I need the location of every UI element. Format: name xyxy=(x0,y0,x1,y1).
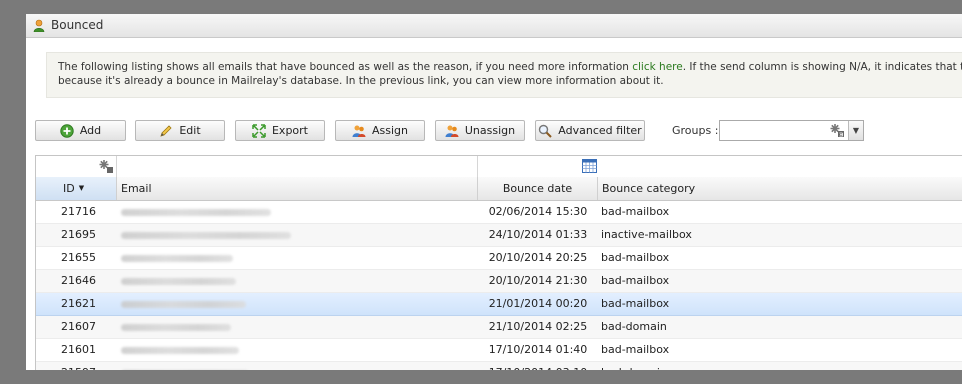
row-email xyxy=(117,247,478,269)
chevron-down-icon[interactable]: ▼ xyxy=(848,121,863,140)
date-filter-cell xyxy=(478,156,962,177)
redacted-email xyxy=(121,324,231,331)
calendar-icon[interactable] xyxy=(582,159,597,173)
unassign-button[interactable]: Unassign xyxy=(435,120,525,141)
row-bounce-date: 02/06/2014 15:30 xyxy=(488,205,588,218)
add-icon xyxy=(60,123,74,138)
row-bounce-category: bad-mailbox xyxy=(601,205,670,218)
row-bounce-date: 24/10/2014 01:33 xyxy=(488,228,588,241)
row-email xyxy=(117,339,478,361)
row-bounce-date: 20/10/2014 21:30 xyxy=(488,274,588,287)
row-id: 21695 xyxy=(61,228,96,241)
groups-select[interactable]: ▼ xyxy=(719,120,864,141)
row-bounce-category: bad-domain xyxy=(598,362,962,370)
add-label: Add xyxy=(79,124,102,137)
redacted-email xyxy=(121,209,271,216)
bounced-grid: ID ▼ Email Bounce date Bounce category 21… xyxy=(35,155,962,370)
row-bounce-category: bad-mailbox xyxy=(601,251,670,264)
row-id: 21597 xyxy=(36,362,117,370)
table-row[interactable]: 21716 02/06/2014 15:30 bad-mailbox xyxy=(36,201,962,224)
redacted-email xyxy=(121,232,291,239)
clear-filter-icon[interactable] xyxy=(829,123,845,138)
row-bounce-category: bad-mailbox xyxy=(601,297,670,310)
grid-body: 21716 02/06/2014 15:30 bad-mailbox 21695… xyxy=(36,201,962,370)
row-bounce-date: 21/01/2014 00:20 xyxy=(488,297,588,310)
row-email xyxy=(117,201,478,223)
info-line-1: The following listing shows all emails t… xyxy=(58,60,962,74)
export-icon xyxy=(252,123,266,138)
row-bounce-category: bad-mailbox xyxy=(601,274,670,287)
clear-filter-icon[interactable] xyxy=(98,159,114,174)
export-button[interactable]: Export xyxy=(235,120,325,141)
edit-label: Edit xyxy=(179,124,201,137)
row-email xyxy=(117,362,478,370)
email-filter-cell[interactable] xyxy=(117,156,478,177)
unassign-label: Unassign xyxy=(464,124,516,137)
table-row[interactable]: 21655 20/10/2014 20:25 bad-mailbox xyxy=(36,247,962,270)
row-email xyxy=(117,270,478,292)
row-bounce-date: 17/10/2014 01:40 xyxy=(488,343,588,356)
row-email xyxy=(117,316,478,338)
redacted-email xyxy=(121,278,236,285)
table-row[interactable]: 21646 20/10/2014 21:30 bad-mailbox xyxy=(36,270,962,293)
table-row[interactable]: 21695 24/10/2014 01:33 inactive-mailbox xyxy=(36,224,962,247)
redacted-email xyxy=(121,301,246,308)
column-header-bounce-category[interactable]: Bounce category xyxy=(598,177,962,200)
row-id: 21716 xyxy=(61,205,96,218)
sort-desc-icon: ▼ xyxy=(78,184,85,192)
row-email xyxy=(117,224,478,246)
column-header-label: Email xyxy=(121,182,152,195)
row-id: 21607 xyxy=(61,320,96,333)
id-filter-cell xyxy=(36,156,117,177)
row-id: 21646 xyxy=(61,274,96,287)
info-text-before-link: The following listing shows all emails t… xyxy=(58,61,633,73)
user-icon xyxy=(33,19,45,32)
column-header-label: ID xyxy=(63,182,75,195)
assign-label: Assign xyxy=(372,124,408,137)
column-header-bounce-date[interactable]: Bounce date xyxy=(478,177,598,200)
pencil-icon xyxy=(160,124,172,137)
row-email xyxy=(117,293,478,315)
export-label: Export xyxy=(271,124,308,137)
groups-label: Groups : xyxy=(672,124,719,137)
column-header-label: Bounce date xyxy=(502,182,573,195)
edit-button[interactable]: Edit xyxy=(135,120,225,141)
filter-row xyxy=(36,156,962,178)
users-icon xyxy=(352,125,366,137)
info-text-after-link: . If the send column is showing N/A, it … xyxy=(682,61,962,73)
table-row[interactable]: 21607 21/10/2014 02:25 bad-domain xyxy=(36,316,962,339)
bounced-panel: Bounced The following listing shows all … xyxy=(26,14,962,370)
table-row[interactable]: 21597 17/10/2014 03:10 bad-domain xyxy=(36,362,962,370)
column-header-label: Bounce category xyxy=(602,182,696,195)
assign-button[interactable]: Assign xyxy=(335,120,425,141)
row-bounce-category: bad-domain xyxy=(601,320,667,333)
row-id: 21655 xyxy=(61,251,96,264)
redacted-email xyxy=(121,255,233,262)
redacted-email xyxy=(121,347,239,354)
panel-titlebar: Bounced xyxy=(26,14,962,38)
info-line-2: because it's already a bounce in Mailrel… xyxy=(58,75,664,87)
row-bounce-date: 20/10/2014 20:25 xyxy=(488,251,588,264)
row-bounce-category: inactive-mailbox xyxy=(601,228,692,241)
add-button[interactable]: Add xyxy=(35,120,126,141)
row-bounce-date: 17/10/2014 03:10 xyxy=(478,362,598,370)
column-header-email[interactable]: Email xyxy=(117,177,478,200)
advanced-filter-label: Advanced filter xyxy=(558,124,642,137)
table-row[interactable]: 21601 17/10/2014 01:40 bad-mailbox xyxy=(36,339,962,362)
row-id: 21621 xyxy=(61,297,96,310)
column-header-id[interactable]: ID ▼ xyxy=(36,177,117,200)
row-id: 21601 xyxy=(61,343,96,356)
magnifier-icon xyxy=(539,124,552,138)
advanced-filter-button[interactable]: Advanced filter xyxy=(535,120,645,141)
table-row[interactable]: 21621 21/01/2014 00:20 bad-mailbox xyxy=(36,293,962,316)
panel-title: Bounced xyxy=(51,18,104,32)
users-icon xyxy=(445,125,459,137)
click-here-link[interactable]: click here xyxy=(632,61,682,73)
info-box: The following listing shows all emails t… xyxy=(46,52,962,98)
grid-header: ID ▼ Email Bounce date Bounce category xyxy=(36,177,962,201)
row-bounce-category: bad-mailbox xyxy=(601,343,670,356)
row-bounce-date: 21/10/2014 02:25 xyxy=(488,320,588,333)
